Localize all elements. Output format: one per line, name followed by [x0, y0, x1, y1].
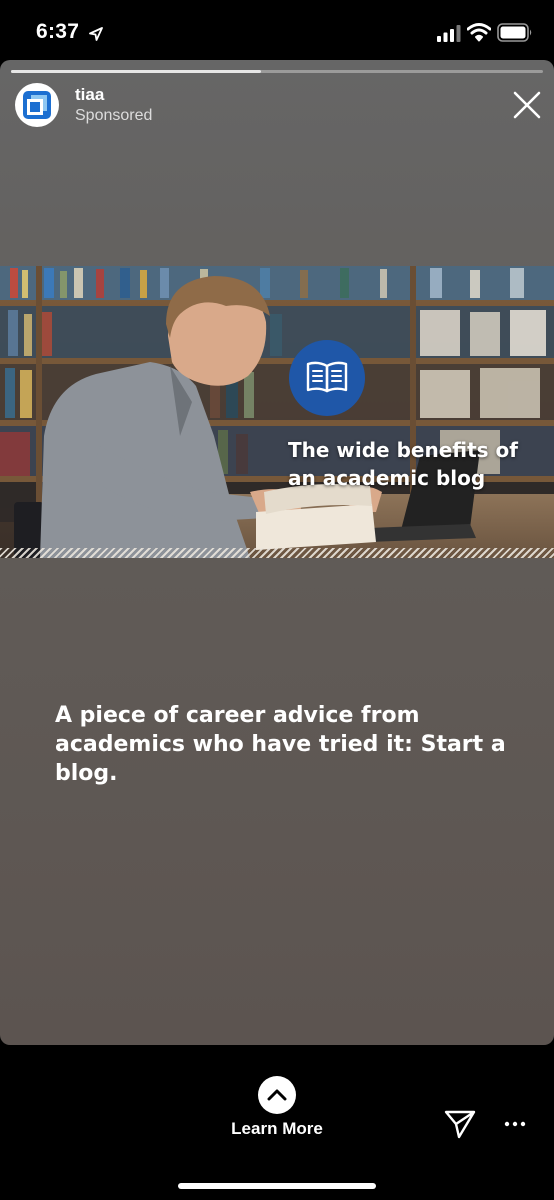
story-progress-fill [11, 70, 262, 73]
ad-image[interactable]: The wide benefits of an academic blog [0, 266, 554, 558]
close-icon[interactable] [510, 88, 544, 122]
battery-icon [497, 23, 532, 42]
cellular-signal-icon [437, 25, 461, 42]
location-arrow-icon [89, 27, 103, 41]
library-photo [0, 266, 554, 558]
sponsored-label: Sponsored [75, 107, 153, 124]
story-progress-bar [11, 70, 543, 73]
open-book-icon [306, 361, 348, 393]
home-indicator[interactable] [178, 1183, 376, 1189]
hatch-divider [0, 548, 554, 558]
account-avatar[interactable] [15, 83, 59, 127]
account-name[interactable]: tiaa [75, 85, 104, 105]
more-icon[interactable] [503, 1118, 527, 1130]
send-icon[interactable] [443, 1108, 477, 1140]
learn-more-button[interactable] [258, 1076, 296, 1114]
story-headline: A piece of career advice from academics … [55, 703, 506, 786]
tiaa-logo-icon [23, 91, 51, 119]
open-book-badge [289, 340, 365, 416]
ad-caption: The wide benefits of an academic blog [288, 438, 518, 490]
chevron-up-icon [267, 1089, 287, 1101]
learn-more-label[interactable]: Learn More [217, 1119, 337, 1139]
wifi-icon [467, 23, 491, 42]
story-card[interactable]: tiaa Sponsored The wide benefits of an a… [0, 60, 554, 1045]
status-time: 6:37 [36, 20, 80, 43]
status-bar: 6:37 [0, 0, 554, 62]
